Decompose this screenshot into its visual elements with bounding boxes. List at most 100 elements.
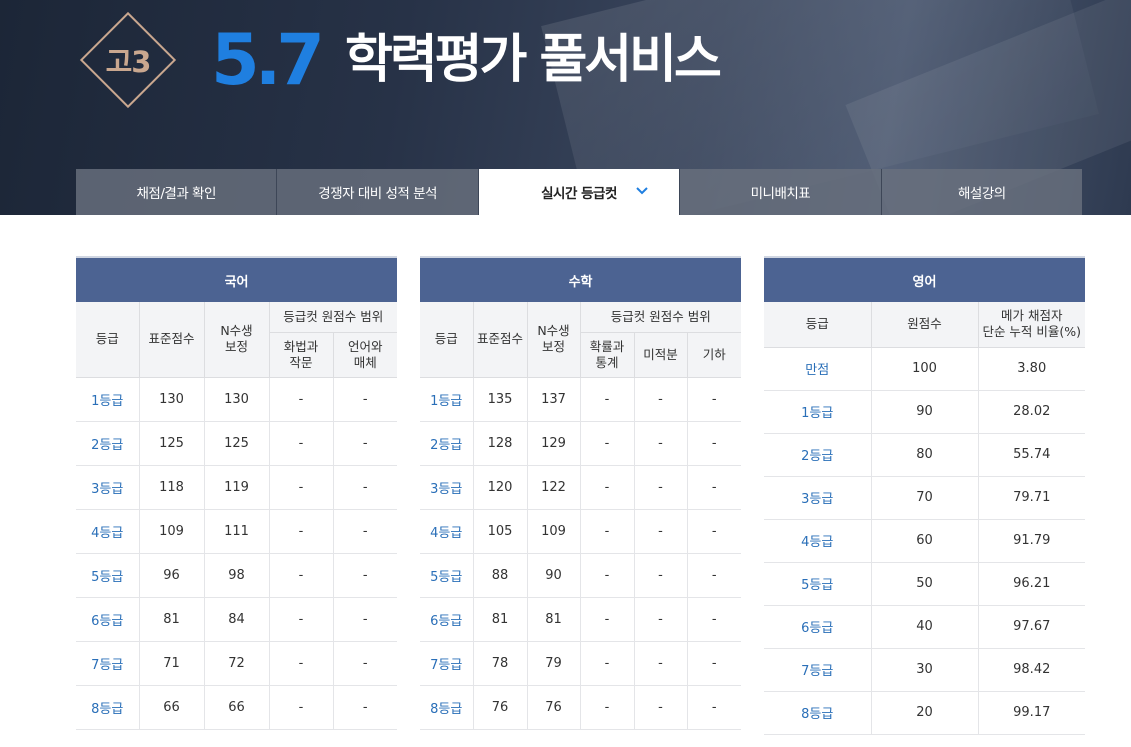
table-row: 4등급 109 111- - bbox=[76, 509, 398, 554]
standard-score-cell: 125 bbox=[139, 421, 205, 466]
cumulative-ratio-cell: 79.71 bbox=[978, 476, 1085, 520]
table-row: 7등급 71 72- - bbox=[76, 641, 398, 686]
grade-link[interactable]: 3등급 bbox=[420, 465, 474, 510]
grade-link[interactable]: 3등급 bbox=[764, 476, 872, 520]
english-table-title: 영어 bbox=[764, 256, 1085, 302]
grade-link[interactable]: 5등급 bbox=[76, 553, 140, 598]
n-correction-cell: 130 bbox=[204, 377, 270, 422]
math-table: 수학 등급 표준점수 N수생 보정 등급컷 원점수 범위 확률과 통계 미적분 기하… bbox=[420, 256, 742, 730]
table-row: 5등급 50 96.21 bbox=[764, 562, 1085, 606]
grade-link[interactable]: 1등급 bbox=[420, 377, 474, 422]
math-table-wrapper: 수학 등급 표준점수 N수생 보정 등급컷 원점수 범위 확률과 통계 미적분 기하… bbox=[420, 256, 742, 730]
table-row: 6등급 81 84- - bbox=[76, 597, 398, 642]
standard-score-cell: 71 bbox=[139, 641, 205, 686]
raw-score-cell: 90 bbox=[871, 390, 979, 434]
grade-link[interactable]: 2등급 bbox=[764, 433, 872, 477]
language-media-cell: - bbox=[333, 377, 398, 422]
table-row: 1등급 130 130- - bbox=[76, 377, 398, 422]
n-correction-cell: 76 bbox=[527, 685, 581, 730]
standard-score-cell: 88 bbox=[473, 553, 528, 598]
n-correction-cell: 90 bbox=[527, 553, 581, 598]
raw-score-cell: 70 bbox=[871, 476, 979, 520]
n-correction-cell: 84 bbox=[204, 597, 270, 642]
col-raw-score-range: 등급컷 원점수 범위 bbox=[269, 302, 398, 333]
standard-score-cell: 78 bbox=[473, 641, 528, 686]
n-correction-cell: 79 bbox=[527, 641, 581, 686]
table-row: 3등급 120 122- - - bbox=[420, 465, 742, 510]
tab-realtime-grade-cut[interactable]: 실시간 등급컷 bbox=[477, 169, 680, 215]
table-row: 1등급 135 137- - - bbox=[420, 377, 742, 422]
table-row: 4등급 60 91.79 bbox=[764, 519, 1085, 563]
grade-link[interactable]: 1등급 bbox=[764, 390, 872, 434]
raw-score-cell: 60 bbox=[871, 519, 979, 563]
tab-grading-result[interactable]: 채점/결과 확인 bbox=[76, 169, 277, 215]
speech-writing-cell: - bbox=[269, 641, 334, 686]
grade-link[interactable]: 2등급 bbox=[420, 421, 474, 466]
speech-writing-cell: - bbox=[269, 421, 334, 466]
table-row: 만점 100 3.80 bbox=[764, 347, 1085, 391]
grade-link[interactable]: 7등급 bbox=[76, 641, 140, 686]
grade-link[interactable]: 7등급 bbox=[764, 648, 872, 692]
grade-link[interactable]: 8등급 bbox=[764, 691, 872, 735]
col-language-media: 언어와 매체 bbox=[333, 332, 398, 378]
table-row: 2등급 80 55.74 bbox=[764, 433, 1085, 477]
speech-writing-cell: - bbox=[269, 553, 334, 598]
tab-competitor-analysis[interactable]: 경쟁자 대비 성적 분석 bbox=[276, 169, 478, 215]
standard-score-cell: 128 bbox=[473, 421, 528, 466]
table-row: 7등급 30 98.42 bbox=[764, 648, 1085, 692]
grade-link[interactable]: 2등급 bbox=[76, 421, 140, 466]
table-row: 6등급 40 97.67 bbox=[764, 605, 1085, 649]
col-n-correction: N수생 보정 bbox=[527, 302, 581, 378]
grade-link[interactable]: 4등급 bbox=[420, 509, 474, 554]
standard-score-cell: 81 bbox=[139, 597, 205, 642]
grade-link[interactable]: 3등급 bbox=[76, 465, 140, 510]
grade-link[interactable]: 4등급 bbox=[764, 519, 872, 563]
grade-link[interactable]: 8등급 bbox=[76, 685, 140, 730]
n-correction-cell: 109 bbox=[527, 509, 581, 554]
probability-statistics-cell: - bbox=[580, 597, 635, 642]
table-row: 3등급 70 79.71 bbox=[764, 476, 1085, 520]
grade-link[interactable]: 1등급 bbox=[76, 377, 140, 422]
table-row: 5등급 96 98- - bbox=[76, 553, 398, 598]
col-cumulative-ratio: 메가 채점자 단순 누적 비율(%) bbox=[978, 302, 1085, 348]
language-media-cell: - bbox=[333, 421, 398, 466]
grade-link[interactable]: 5등급 bbox=[764, 562, 872, 606]
n-correction-cell: 66 bbox=[204, 685, 270, 730]
speech-writing-cell: - bbox=[269, 377, 334, 422]
cumulative-ratio-cell: 99.17 bbox=[978, 691, 1085, 735]
grade-link[interactable]: 7등급 bbox=[420, 641, 474, 686]
col-grade: 등급 bbox=[420, 302, 474, 378]
math-table-title: 수학 bbox=[420, 256, 742, 302]
cumulative-ratio-cell: 55.74 bbox=[978, 433, 1085, 477]
chevron-down-icon bbox=[636, 187, 648, 195]
probability-statistics-cell: - bbox=[580, 641, 635, 686]
grade-badge-label: 고3 bbox=[105, 45, 152, 79]
calculus-cell: - bbox=[634, 377, 688, 422]
grade-link[interactable]: 8등급 bbox=[420, 685, 474, 730]
speech-writing-cell: - bbox=[269, 685, 334, 730]
cumulative-ratio-cell: 91.79 bbox=[978, 519, 1085, 563]
cumulative-ratio-cell: 96.21 bbox=[978, 562, 1085, 606]
grade-link[interactable]: 5등급 bbox=[420, 553, 474, 598]
grade-link[interactable]: 4등급 bbox=[76, 509, 140, 554]
tab-lecture[interactable]: 해설강의 bbox=[880, 169, 1083, 215]
probability-statistics-cell: - bbox=[580, 377, 635, 422]
calculus-cell: - bbox=[634, 553, 688, 598]
table-row: 1등급 90 28.02 bbox=[764, 390, 1085, 434]
table-row: 2등급 125 125- - bbox=[76, 421, 398, 466]
cumulative-ratio-cell: 28.02 bbox=[978, 390, 1085, 434]
english-table-wrapper: 영어 등급 원점수 메가 채점자 단순 누적 비율(%) 만점 100 3.80 1등급… bbox=[764, 256, 1085, 735]
grade-link[interactable]: 만점 bbox=[764, 347, 872, 391]
grade-link[interactable]: 6등급 bbox=[764, 605, 872, 649]
table-row: 3등급 118 119- - bbox=[76, 465, 398, 510]
tab-mini-placement[interactable]: 미니배치표 bbox=[679, 169, 881, 215]
speech-writing-cell: - bbox=[269, 509, 334, 554]
grade-link[interactable]: 6등급 bbox=[76, 597, 140, 642]
n-correction-cell: 111 bbox=[204, 509, 270, 554]
language-media-cell: - bbox=[333, 465, 398, 510]
raw-score-cell: 30 bbox=[871, 648, 979, 692]
geometry-cell: - bbox=[687, 641, 742, 686]
standard-score-cell: 105 bbox=[473, 509, 528, 554]
grade-link[interactable]: 6등급 bbox=[420, 597, 474, 642]
geometry-cell: - bbox=[687, 685, 742, 730]
